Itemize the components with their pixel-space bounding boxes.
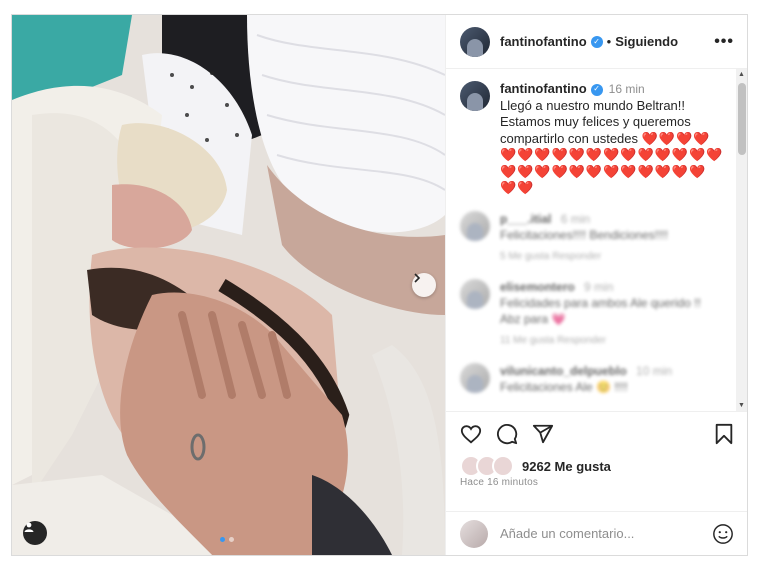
- avatar[interactable]: [460, 81, 490, 111]
- scroll-up-icon[interactable]: ▲: [738, 71, 745, 78]
- comment-text: Felicitaciones Ale 😊 !!!!: [500, 379, 628, 394]
- verified-icon: ✓: [590, 83, 603, 96]
- verified-icon: ✓: [590, 35, 603, 48]
- comment-time: 9 min: [584, 279, 614, 294]
- post-side-panel: fantinofantino ✓ • Siguiendo ••• fantino…: [445, 15, 747, 555]
- list-item: elisemontero 9 min Felicidades para ambo…: [446, 278, 747, 349]
- emoji-icon: [713, 523, 733, 544]
- hearts-text: ❤️❤️: [500, 180, 535, 195]
- comment-time: 10 min: [636, 363, 673, 378]
- comment-username[interactable]: vilunicanto_delpueblo: [500, 364, 627, 378]
- comment-body: p___.itial 6 min Felicitaciones!!!! Bend…: [500, 211, 720, 265]
- separator-dot: •: [606, 34, 612, 49]
- carousel-dot-active: [220, 537, 225, 542]
- username-link[interactable]: fantinofantino: [500, 34, 587, 49]
- like-button[interactable]: [460, 423, 482, 445]
- caption-text-1: Llegó a nuestro mundo Beltran!!: [500, 97, 686, 113]
- action-bar: [446, 411, 747, 455]
- comment-text: Felicitaciones!!!! Bendiciones!!!!: [500, 227, 669, 242]
- following-button[interactable]: Siguiendo: [615, 34, 678, 49]
- comment-text: Felicidades para ambos Ale querido !! Ab…: [500, 295, 701, 326]
- post-photo[interactable]: [12, 15, 445, 555]
- caption-text-3: compartirlo con ustedes: [500, 130, 639, 146]
- comment-meta[interactable]: 11 Me gusta Responder: [500, 333, 720, 349]
- hearts-text: ❤️❤️❤️❤️: [641, 130, 711, 146]
- scrollbar-thumb[interactable]: [738, 83, 746, 155]
- post-header: fantinofantino ✓ • Siguiendo •••: [446, 15, 747, 69]
- comment-button[interactable]: [496, 423, 518, 445]
- comment-username[interactable]: elisemontero: [500, 280, 575, 294]
- caption-body: fantinofantino ✓ 16 min Llegó a nuestro mu…: [500, 81, 734, 197]
- next-photo-button[interactable]: [412, 273, 436, 297]
- avatar[interactable]: [460, 278, 490, 309]
- scroll-down-icon[interactable]: ▼: [738, 402, 745, 409]
- comment-input[interactable]: Añade un comentario...: [500, 526, 634, 541]
- caption-text-2: Estamos muy felices y queremos: [500, 114, 691, 129]
- share-icon: [532, 424, 554, 443]
- avatar[interactable]: [460, 26, 490, 57]
- post-timestamp[interactable]: Hace 16 minutos: [460, 477, 538, 488]
- comment-icon: [497, 423, 518, 444]
- comment-username[interactable]: p___.itial: [500, 212, 551, 226]
- caption-username[interactable]: fantinofantino: [500, 81, 587, 96]
- hearts-text: ❤️❤️❤️❤️❤️❤️❤️❤️❤️❤️❤️❤️❤️: [500, 147, 724, 162]
- hearts-text: ❤️❤️❤️❤️❤️❤️❤️❤️❤️❤️❤️❤️: [500, 163, 707, 179]
- heart-icon: [460, 424, 482, 443]
- comments-scrollbar[interactable]: ▲ ▼: [736, 69, 747, 411]
- user-tag-icon: [24, 522, 34, 532]
- post-modal: fantinofantino ✓ • Siguiendo ••• fantino…: [11, 14, 748, 556]
- comment-body: vilunicanto_delpueblo 10 min Felicitacio…: [500, 363, 720, 395]
- photo-illustration: [12, 15, 445, 555]
- comment-meta[interactable]: 5 Me gusta Responder: [500, 249, 720, 265]
- list-item: vilunicanto_delpueblo 10 min Felicitacio…: [446, 362, 747, 395]
- save-button[interactable]: [714, 423, 734, 445]
- caption-time[interactable]: 16 min: [609, 82, 645, 96]
- comments-list[interactable]: fantinofantino ✓ 16 min Llegó a nuestro mu…: [446, 69, 747, 411]
- likes-row[interactable]: 9262 Me gusta: [460, 455, 611, 477]
- list-item: p___.itial 6 min Felicitaciones!!!! Bend…: [446, 210, 747, 265]
- user-tag-button[interactable]: [23, 521, 47, 545]
- caption: fantinofantino ✓ 16 min Llegó a nuestro mu…: [446, 69, 747, 197]
- chevron-right-icon: [414, 273, 421, 283]
- emoji-button[interactable]: [712, 523, 734, 545]
- avatar[interactable]: [460, 362, 490, 393]
- likes-count[interactable]: 9262 Me gusta: [522, 459, 611, 474]
- carousel-dot: [229, 537, 234, 542]
- avatar: [492, 455, 514, 477]
- bookmark-icon: [715, 423, 733, 444]
- add-comment-bar: Añade un comentario...: [446, 511, 747, 555]
- comment-time: 6 min: [560, 211, 591, 226]
- more-icon[interactable]: •••: [714, 33, 734, 51]
- share-button[interactable]: [532, 423, 554, 445]
- liker-avatars: [460, 455, 514, 477]
- carousel-dots: [220, 537, 234, 542]
- comment-body: elisemontero 9 min Felicidades para ambo…: [500, 279, 720, 349]
- avatar[interactable]: [460, 210, 490, 241]
- avatar: [460, 519, 488, 548]
